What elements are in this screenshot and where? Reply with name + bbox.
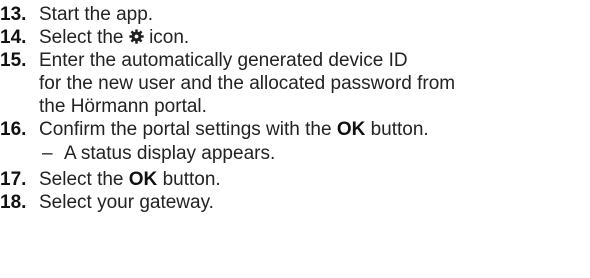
step-16: 16. Confirm the portal settings with the… bbox=[0, 118, 590, 141]
step-16-result: – A status display appears. bbox=[0, 142, 590, 165]
result-text: A status display appears. bbox=[64, 143, 276, 164]
step-text-before: Confirm the portal settings with the bbox=[39, 119, 332, 140]
step-number: 16. bbox=[0, 119, 27, 140]
step-text-after: button. bbox=[370, 119, 429, 140]
gear-icon bbox=[129, 29, 144, 44]
step-text-line-1: Enter the automatically generated device… bbox=[39, 50, 408, 71]
ok-button-reference: OK bbox=[128, 169, 158, 190]
ok-button-reference: OK bbox=[336, 119, 366, 140]
result-dash: – bbox=[42, 143, 53, 164]
step-text: Select your gateway. bbox=[39, 192, 214, 213]
step-number: 15. bbox=[0, 50, 27, 71]
step-number: 17. bbox=[0, 169, 27, 190]
step-number: 14. bbox=[0, 27, 27, 48]
step-number: 18. bbox=[0, 192, 27, 213]
step-text: Select the icon. bbox=[39, 26, 590, 49]
step-13: 13. Start the app. bbox=[0, 3, 590, 26]
step-text-before: Select the bbox=[39, 27, 124, 48]
step-15: 15. Enter the automatically generated de… bbox=[0, 49, 590, 118]
step-text: Confirm the portal settings with the OK … bbox=[39, 118, 590, 141]
step-text-line-2: for the new user and the allocated passw… bbox=[39, 73, 456, 94]
step-text-line-3: the Hörmann portal. bbox=[39, 96, 207, 117]
step-text-before: Select the bbox=[39, 169, 124, 190]
step-text: Select the OK button. bbox=[39, 168, 590, 191]
step-18: 18. Select your gateway. bbox=[0, 191, 590, 214]
instruction-steps: 13. Start the app. 14. Select the icon. … bbox=[0, 0, 590, 278]
step-text-after: button. bbox=[162, 169, 221, 190]
step-text: Start the app. bbox=[39, 4, 154, 25]
step-14: 14. Select the icon. bbox=[0, 26, 590, 49]
step-number: 13. bbox=[0, 4, 27, 25]
step-17: 17. Select the OK button. bbox=[0, 168, 590, 191]
step-text-after: icon. bbox=[149, 27, 190, 48]
